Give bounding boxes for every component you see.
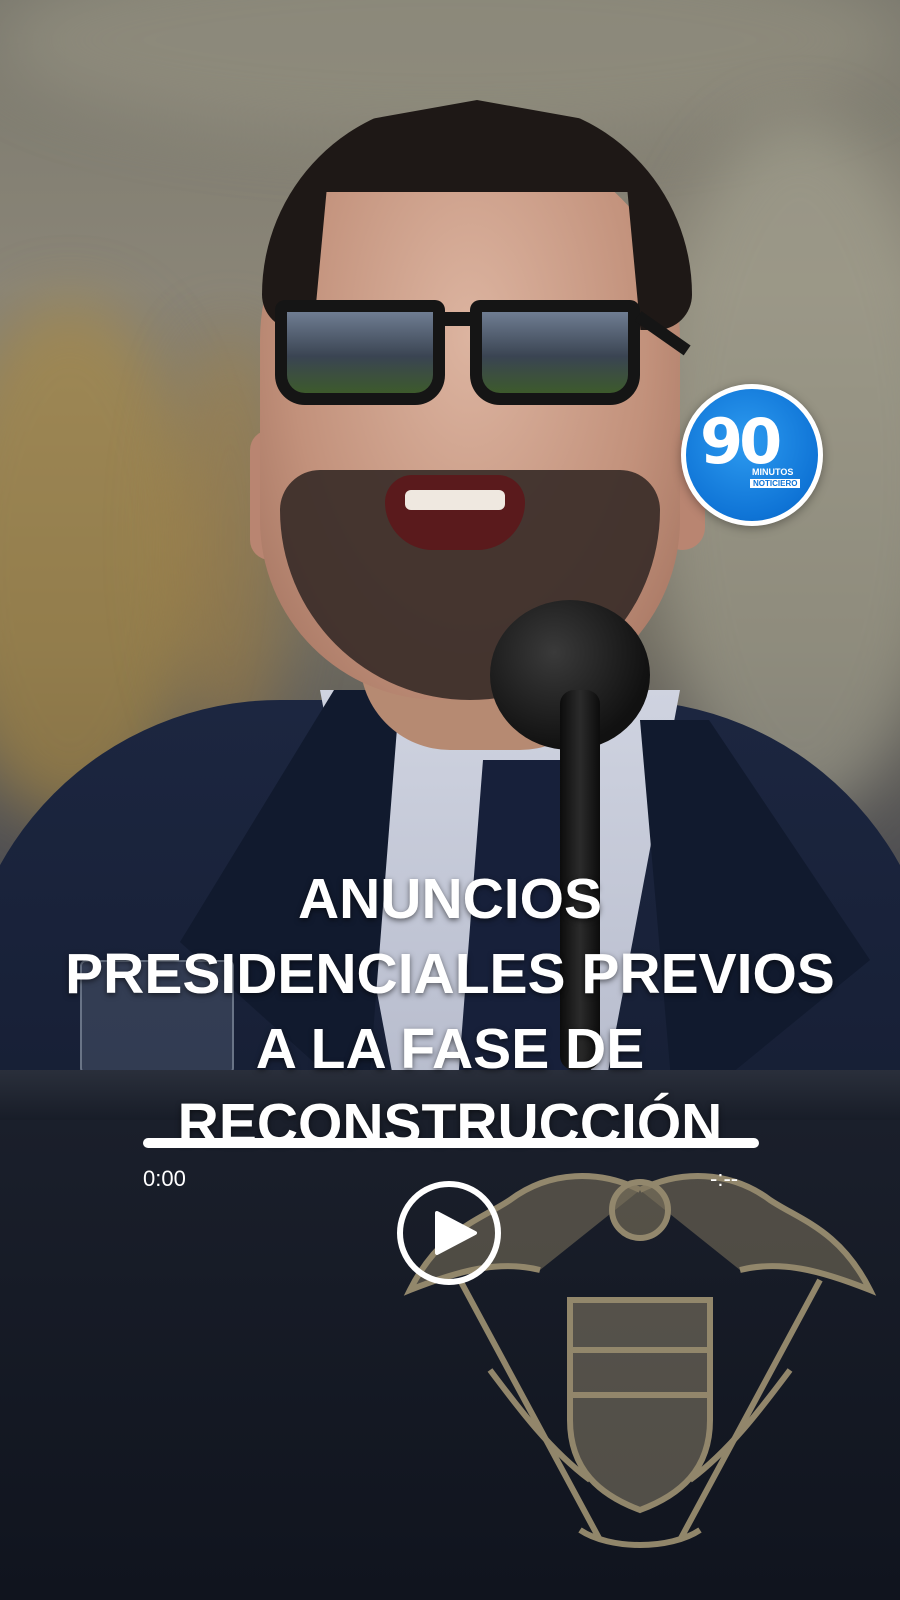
- channel-logo: 90 MINUTOS NOTICIERO: [681, 384, 823, 526]
- progress-bar[interactable]: [143, 1138, 759, 1148]
- sunglasses-lens: [275, 300, 445, 405]
- headline-line: RECONSTRUCCIÓN: [177, 1092, 723, 1156]
- logo-text: MINUTOS: [752, 467, 794, 477]
- logo-subtext: NOTICIERO: [750, 479, 801, 488]
- play-icon: [435, 1211, 477, 1255]
- headline-line: PRESIDENCIALES PREVIOS: [65, 942, 835, 1006]
- speaker-mouth: [385, 475, 525, 550]
- total-time: -:--: [710, 1166, 739, 1191]
- play-button[interactable]: [397, 1181, 501, 1285]
- current-time: 0:00: [143, 1166, 186, 1191]
- headline-line: A LA FASE DE: [255, 1017, 645, 1081]
- speaker-teeth: [405, 490, 505, 510]
- headline-line: ANUNCIOS: [297, 867, 602, 931]
- video-frame: 90 MINUTOS NOTICIERO ANUNCIOS PRESIDENCI…: [0, 0, 900, 1600]
- headline: ANUNCIOS PRESIDENCIALES PREVIOS A LA FAS…: [40, 862, 860, 1162]
- sunglasses: [270, 290, 691, 420]
- logo-number: 90: [700, 405, 782, 478]
- sunglasses-lens: [470, 300, 640, 405]
